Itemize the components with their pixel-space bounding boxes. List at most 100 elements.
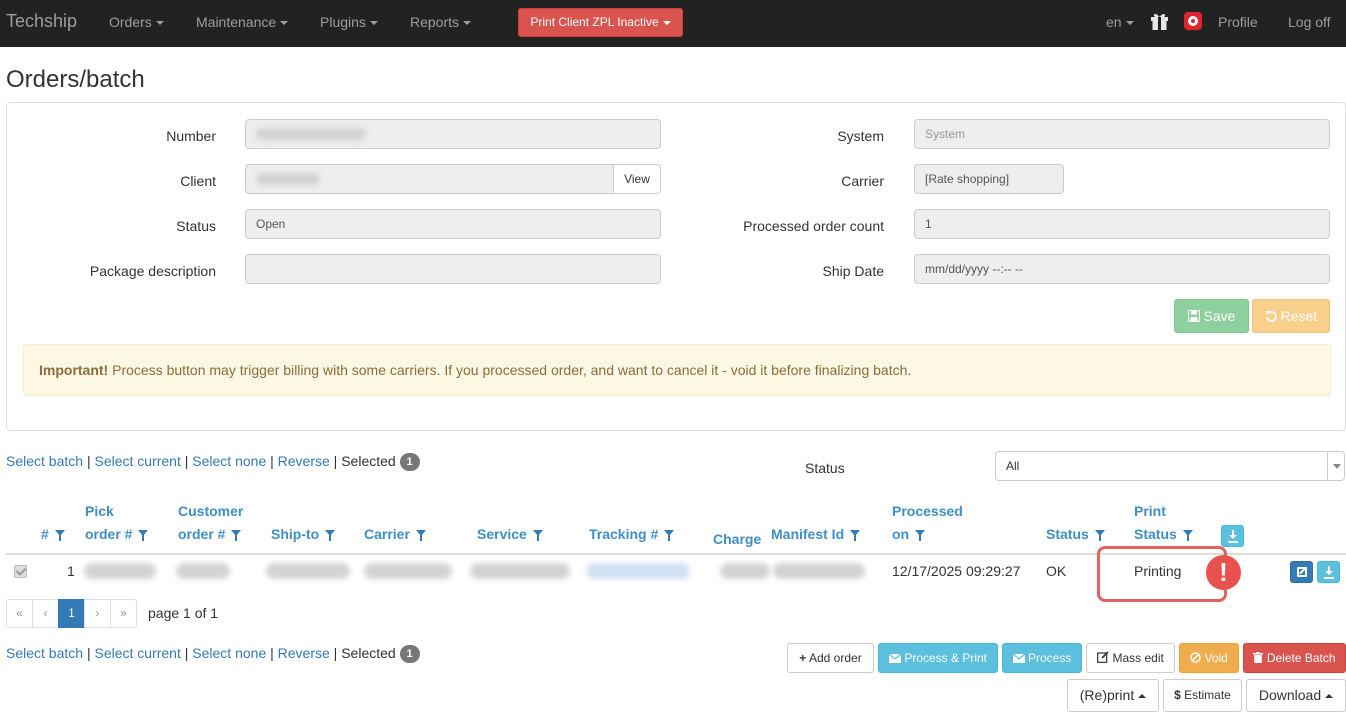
system-field[interactable]: System <box>914 119 1330 149</box>
select-none-link[interactable]: Select none <box>192 645 266 661</box>
save-button[interactable]: Save <box>1174 299 1249 333</box>
processed-order-count-label: Processed order count <box>743 218 884 234</box>
ship-date-field[interactable]: mm/dd/yyyy --:-- -- <box>914 254 1330 284</box>
process-print-label: Process & Print <box>904 651 988 665</box>
page-1-button[interactable]: 1 <box>58 599 85 628</box>
col-header-number[interactable]: # <box>41 523 65 546</box>
process-print-button[interactable]: Process & Print <box>878 643 998 673</box>
client-field[interactable] <box>245 164 614 194</box>
nav-profile[interactable]: Profile <box>1218 14 1258 30</box>
first-page-button[interactable]: « <box>6 599 33 628</box>
client-view-button[interactable]: View <box>613 164 661 194</box>
reverse-link[interactable]: Reverse <box>278 645 330 661</box>
chevron-down-icon <box>1327 452 1344 480</box>
col-header-pick-line1: Pick <box>85 503 114 519</box>
download-dropdown-button[interactable]: Download <box>1246 679 1346 712</box>
system-label: System <box>837 128 884 144</box>
process-label: Process <box>1027 651 1072 665</box>
redacted-tracking-link[interactable] <box>586 563 690 579</box>
reset-icon <box>1265 311 1277 322</box>
col-header-processed-on[interactable]: Processed on <box>892 500 963 546</box>
reprint-dropdown-button[interactable]: (Re)print <box>1067 679 1159 712</box>
carrier-field[interactable]: [Rate shopping] <box>914 164 1064 194</box>
mass-edit-button[interactable]: Mass edit <box>1086 643 1175 673</box>
select-current-link[interactable]: Select current <box>94 453 180 469</box>
redacted-charge <box>720 563 770 579</box>
void-button[interactable]: Void <box>1179 643 1239 673</box>
filter-icon[interactable] <box>532 529 543 541</box>
package-description-field[interactable] <box>245 254 661 284</box>
nav-plugins[interactable]: Plugins <box>320 14 378 30</box>
filter-icon[interactable] <box>850 529 861 541</box>
col-header-pick-order[interactable]: Pick order # <box>85 500 149 546</box>
batch-form-panel: Number Client View Status Open Package d… <box>6 102 1346 431</box>
separator: | <box>266 645 278 661</box>
redacted-ship-to <box>266 563 350 579</box>
download-row-button[interactable] <box>1317 561 1340 583</box>
language-dropdown[interactable]: en <box>1106 14 1134 30</box>
filter-icon[interactable] <box>325 529 336 541</box>
brand-logo[interactable]: Techship <box>6 11 77 32</box>
number-field[interactable] <box>245 119 661 149</box>
row-checkbox[interactable] <box>14 565 27 578</box>
col-header-carrier-label: Carrier <box>364 526 410 542</box>
col-header-service[interactable]: Service <box>477 523 543 546</box>
save-icon <box>1187 310 1200 322</box>
filter-icon[interactable] <box>1182 529 1193 541</box>
exclamation-icon: ! <box>1206 555 1241 590</box>
edit-row-button[interactable] <box>1290 561 1313 583</box>
caret-up-icon <box>1325 694 1334 699</box>
nav-orders[interactable]: Orders <box>109 14 164 30</box>
edit-icon <box>1297 567 1307 577</box>
delete-batch-label: Delete Batch <box>1266 651 1336 665</box>
download-label: Download <box>1258 687 1322 703</box>
filter-icon[interactable] <box>138 529 149 541</box>
pencil-square-icon <box>1097 651 1109 663</box>
select-batch-link[interactable]: Select batch <box>6 645 83 661</box>
status-filter-select[interactable]: All <box>995 451 1345 481</box>
selection-bar-bottom: Select batch | Select current | Select n… <box>6 645 420 664</box>
nav-logoff[interactable]: Log off <box>1288 14 1331 30</box>
filter-icon[interactable] <box>231 529 242 541</box>
processed-order-count-field[interactable]: 1 <box>914 209 1330 239</box>
download-all-button[interactable] <box>1221 525 1244 547</box>
col-header-carrier[interactable]: Carrier <box>364 523 426 546</box>
separator: | <box>329 453 342 469</box>
col-header-customer-order[interactable]: Customer order # <box>178 500 243 546</box>
col-header-tracking-label: Tracking # <box>589 526 659 542</box>
filter-icon[interactable] <box>415 529 426 541</box>
filter-icon[interactable] <box>915 529 926 541</box>
pagination: « ‹ 1 › » <box>6 599 137 628</box>
last-page-button[interactable]: » <box>110 599 137 628</box>
filter-icon[interactable] <box>1094 529 1105 541</box>
add-order-button[interactable]: + Add order <box>787 643 874 673</box>
redacted-value <box>256 128 366 140</box>
select-current-link[interactable]: Select current <box>94 645 180 661</box>
col-header-charge[interactable]: Charge <box>713 528 761 551</box>
status-field[interactable]: Open <box>245 209 661 239</box>
print-client-zpl-button[interactable]: Print Client ZPL Inactive <box>518 8 683 37</box>
select-batch-link[interactable]: Select batch <box>6 453 83 469</box>
gift-icon[interactable] <box>1150 11 1169 31</box>
nav-orders-label: Orders <box>109 14 152 30</box>
col-header-tracking[interactable]: Tracking # <box>589 523 675 546</box>
nav-reports[interactable]: Reports <box>410 14 472 30</box>
nav-maintenance[interactable]: Maintenance <box>196 14 289 30</box>
delete-batch-button[interactable]: Delete Batch <box>1243 643 1346 673</box>
select-none-link[interactable]: Select none <box>192 453 266 469</box>
app-logo-icon[interactable] <box>1184 12 1202 30</box>
plus-icon: + <box>799 651 807 665</box>
prev-page-button[interactable]: ‹ <box>32 599 59 628</box>
col-header-status[interactable]: Status <box>1046 523 1105 546</box>
separator: | <box>329 645 342 661</box>
col-header-print-status[interactable]: Print Status <box>1134 500 1193 546</box>
reset-button[interactable]: Reset <box>1252 299 1330 333</box>
reverse-link[interactable]: Reverse <box>278 453 330 469</box>
next-page-button[interactable]: › <box>84 599 111 628</box>
col-header-manifest-id[interactable]: Manifest Id <box>771 523 861 546</box>
filter-icon[interactable] <box>54 529 65 541</box>
process-button[interactable]: Process <box>1002 643 1082 673</box>
col-header-ship-to[interactable]: Ship-to <box>271 523 336 546</box>
estimate-button[interactable]: $ Estimate <box>1163 679 1242 712</box>
filter-icon[interactable] <box>664 529 675 541</box>
